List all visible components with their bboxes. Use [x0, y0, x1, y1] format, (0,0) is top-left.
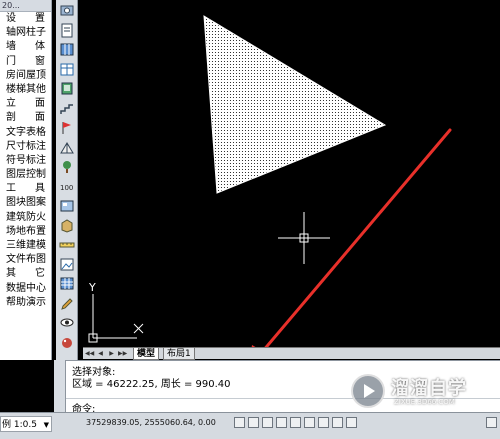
- grid-toggle-icon[interactable]: [248, 417, 259, 428]
- svg-text:100: 100: [60, 184, 73, 192]
- menu-item[interactable]: 文件布图: [0, 253, 51, 267]
- tab-last-button[interactable]: ▶▶: [118, 349, 127, 359]
- menu-item[interactable]: 帮助演示: [0, 296, 51, 310]
- snap-toggle-icon[interactable]: [234, 417, 245, 428]
- box-icon[interactable]: [59, 218, 75, 233]
- menu-item[interactable]: 楼梯其他: [0, 83, 51, 97]
- menu-item[interactable]: 文字表格: [0, 126, 51, 140]
- watermark-url: ZIXUE.3D66.COM: [394, 398, 455, 406]
- command-input[interactable]: [106, 400, 346, 412]
- menu-item[interactable]: 轴网柱子: [0, 26, 51, 40]
- menu-item[interactable]: 工 具: [0, 182, 51, 196]
- crosshair-cursor: [278, 212, 330, 264]
- menu-item[interactable]: 图块图案: [0, 196, 51, 210]
- table-icon[interactable]: [59, 62, 75, 77]
- menu-items: 设 置轴网柱子墙 体门 窗房间屋顶 楼梯其他立 面剖 面文字表格 尺寸标注 符号标注图…: [0, 12, 51, 310]
- ucs-icon: [88, 294, 144, 343]
- chevron-down-icon: ▼: [43, 421, 49, 429]
- canvas-svg: Y: [88, 15, 452, 347]
- menu-item[interactable]: 设 置: [0, 12, 51, 26]
- menu-item[interactable]: 剖 面: [0, 111, 51, 125]
- image-icon[interactable]: [59, 257, 75, 272]
- tray-settings-icon[interactable]: [486, 417, 497, 428]
- model-space-toggle-icon[interactable]: [332, 417, 343, 428]
- scale-select[interactable]: 例 1:0.5 ▼: [0, 416, 52, 432]
- tree-icon[interactable]: [59, 159, 75, 174]
- lineweight-toggle-icon[interactable]: [318, 417, 329, 428]
- otrack-toggle-icon[interactable]: [304, 417, 315, 428]
- menu-item[interactable]: 房间屋顶: [0, 69, 51, 83]
- coordinates-readout: 37529839.05, 2555060.64, 0.00: [86, 418, 216, 427]
- scale-value: 例 1:0.5: [2, 420, 37, 430]
- number-icon[interactable]: 100: [59, 179, 75, 194]
- hatched-triangle[interactable]: [203, 15, 387, 194]
- menu-item[interactable]: 数据中心: [0, 282, 51, 296]
- tab-next-button[interactable]: ▶: [107, 349, 116, 359]
- play-logo-icon: [351, 374, 385, 408]
- osnap-toggle-icon[interactable]: [290, 417, 301, 428]
- ucs-y-label: Y: [88, 281, 96, 294]
- menu-item[interactable]: 建筑防火: [0, 211, 51, 225]
- camera-icon[interactable]: [59, 3, 75, 18]
- polar-toggle-icon[interactable]: [276, 417, 287, 428]
- icon-toolbar: 100: [56, 0, 78, 360]
- menu-item[interactable]: 图层控制: [0, 168, 51, 182]
- tab-first-button[interactable]: ◀◀: [85, 349, 94, 359]
- window-icon[interactable]: [59, 81, 75, 96]
- flag-icon[interactable]: [59, 120, 75, 135]
- tab-model[interactable]: 模型: [133, 348, 160, 360]
- command-left-strip: [54, 360, 66, 412]
- menu-item[interactable]: 符号标注: [0, 154, 51, 168]
- grid-icon[interactable]: [59, 276, 75, 291]
- menu-item[interactable]: 三维建模: [0, 239, 51, 253]
- watermark: 溜溜自学 ZIXUE.3D66.COM: [351, 372, 473, 420]
- ruler-icon[interactable]: [59, 237, 75, 252]
- layout-tab-bar: ◀◀ ◀ ▶ ▶▶ 模型 布局1: [83, 347, 500, 360]
- block-icon[interactable]: [59, 198, 75, 213]
- menu-item[interactable]: 立 面: [0, 97, 51, 111]
- tianzheng-menu-panel: 20... 设 置轴网柱子墙 体门 窗房间屋顶 楼梯其他立 面剖 面文字表格 尺寸标…: [0, 0, 52, 360]
- menu-item[interactable]: 场地布置: [0, 225, 51, 239]
- elevation-icon[interactable]: [59, 140, 75, 155]
- menu-item[interactable]: 尺寸标注: [0, 140, 51, 154]
- pencil-icon[interactable]: [59, 296, 75, 311]
- tab-layout1[interactable]: 布局1: [163, 348, 195, 360]
- document-icon[interactable]: [59, 23, 75, 38]
- watermark-title: 溜溜自学: [391, 378, 467, 399]
- eye-icon[interactable]: [59, 315, 75, 330]
- menu-item[interactable]: 门 窗: [0, 55, 51, 69]
- menu-title: 20...: [0, 0, 51, 12]
- tab-prev-button[interactable]: ◀: [96, 349, 105, 359]
- stair-icon[interactable]: [59, 101, 75, 116]
- menu-item[interactable]: 墙 体: [0, 40, 51, 54]
- ortho-toggle-icon[interactable]: [262, 417, 273, 428]
- palette-icon[interactable]: [59, 335, 75, 350]
- drawing-canvas[interactable]: Y: [79, 0, 500, 347]
- area-result-line: 区域 = 46222.25, 周长 = 990.40: [72, 379, 231, 390]
- menu-item[interactable]: 其 它: [0, 267, 51, 281]
- column-grid-icon[interactable]: [59, 42, 75, 57]
